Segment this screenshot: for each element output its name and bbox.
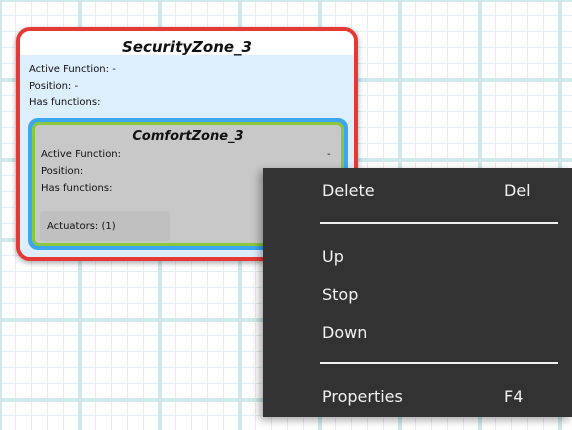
actuators-group[interactable]: Actuators: (1) xyxy=(40,211,170,241)
comfort-has-functions: Has functions: xyxy=(41,183,113,194)
design-canvas[interactable]: SecurityZone_3 Active Function: - Positi… xyxy=(0,0,572,430)
menu-item-shortcut: Del xyxy=(504,181,531,200)
comfort-zone-title: ComfortZone_3 xyxy=(132,129,244,144)
menu-separator xyxy=(320,222,558,224)
menu-item-stop[interactable]: Stop xyxy=(263,278,572,310)
menu-item-properties[interactable]: Properties F4 xyxy=(263,380,572,412)
actuators-label: Actuators: (1) xyxy=(47,221,116,232)
comfort-active-function-value: - xyxy=(327,149,331,160)
menu-item-label: Down xyxy=(322,323,368,342)
menu-item-delete[interactable]: Delete Del xyxy=(263,174,572,206)
comfort-position: Position: xyxy=(41,166,84,177)
menu-item-label: Stop xyxy=(322,285,359,304)
menu-item-label: Up xyxy=(322,247,344,266)
security-active-function: Active Function: - xyxy=(29,64,116,75)
menu-item-down[interactable]: Down xyxy=(263,316,572,348)
menu-item-up[interactable]: Up xyxy=(263,240,572,272)
context-menu: Delete Del Up Stop Down Properties F4 xyxy=(263,168,572,417)
security-zone-title: SecurityZone_3 xyxy=(121,38,252,56)
security-position: Position: - xyxy=(29,81,79,92)
menu-item-label: Properties xyxy=(322,387,403,406)
comfort-active-function: Active Function: xyxy=(41,149,122,160)
menu-item-label: Delete xyxy=(322,181,375,200)
menu-item-shortcut: F4 xyxy=(504,387,524,406)
security-has-functions: Has functions: xyxy=(29,97,101,108)
menu-separator xyxy=(320,362,558,364)
